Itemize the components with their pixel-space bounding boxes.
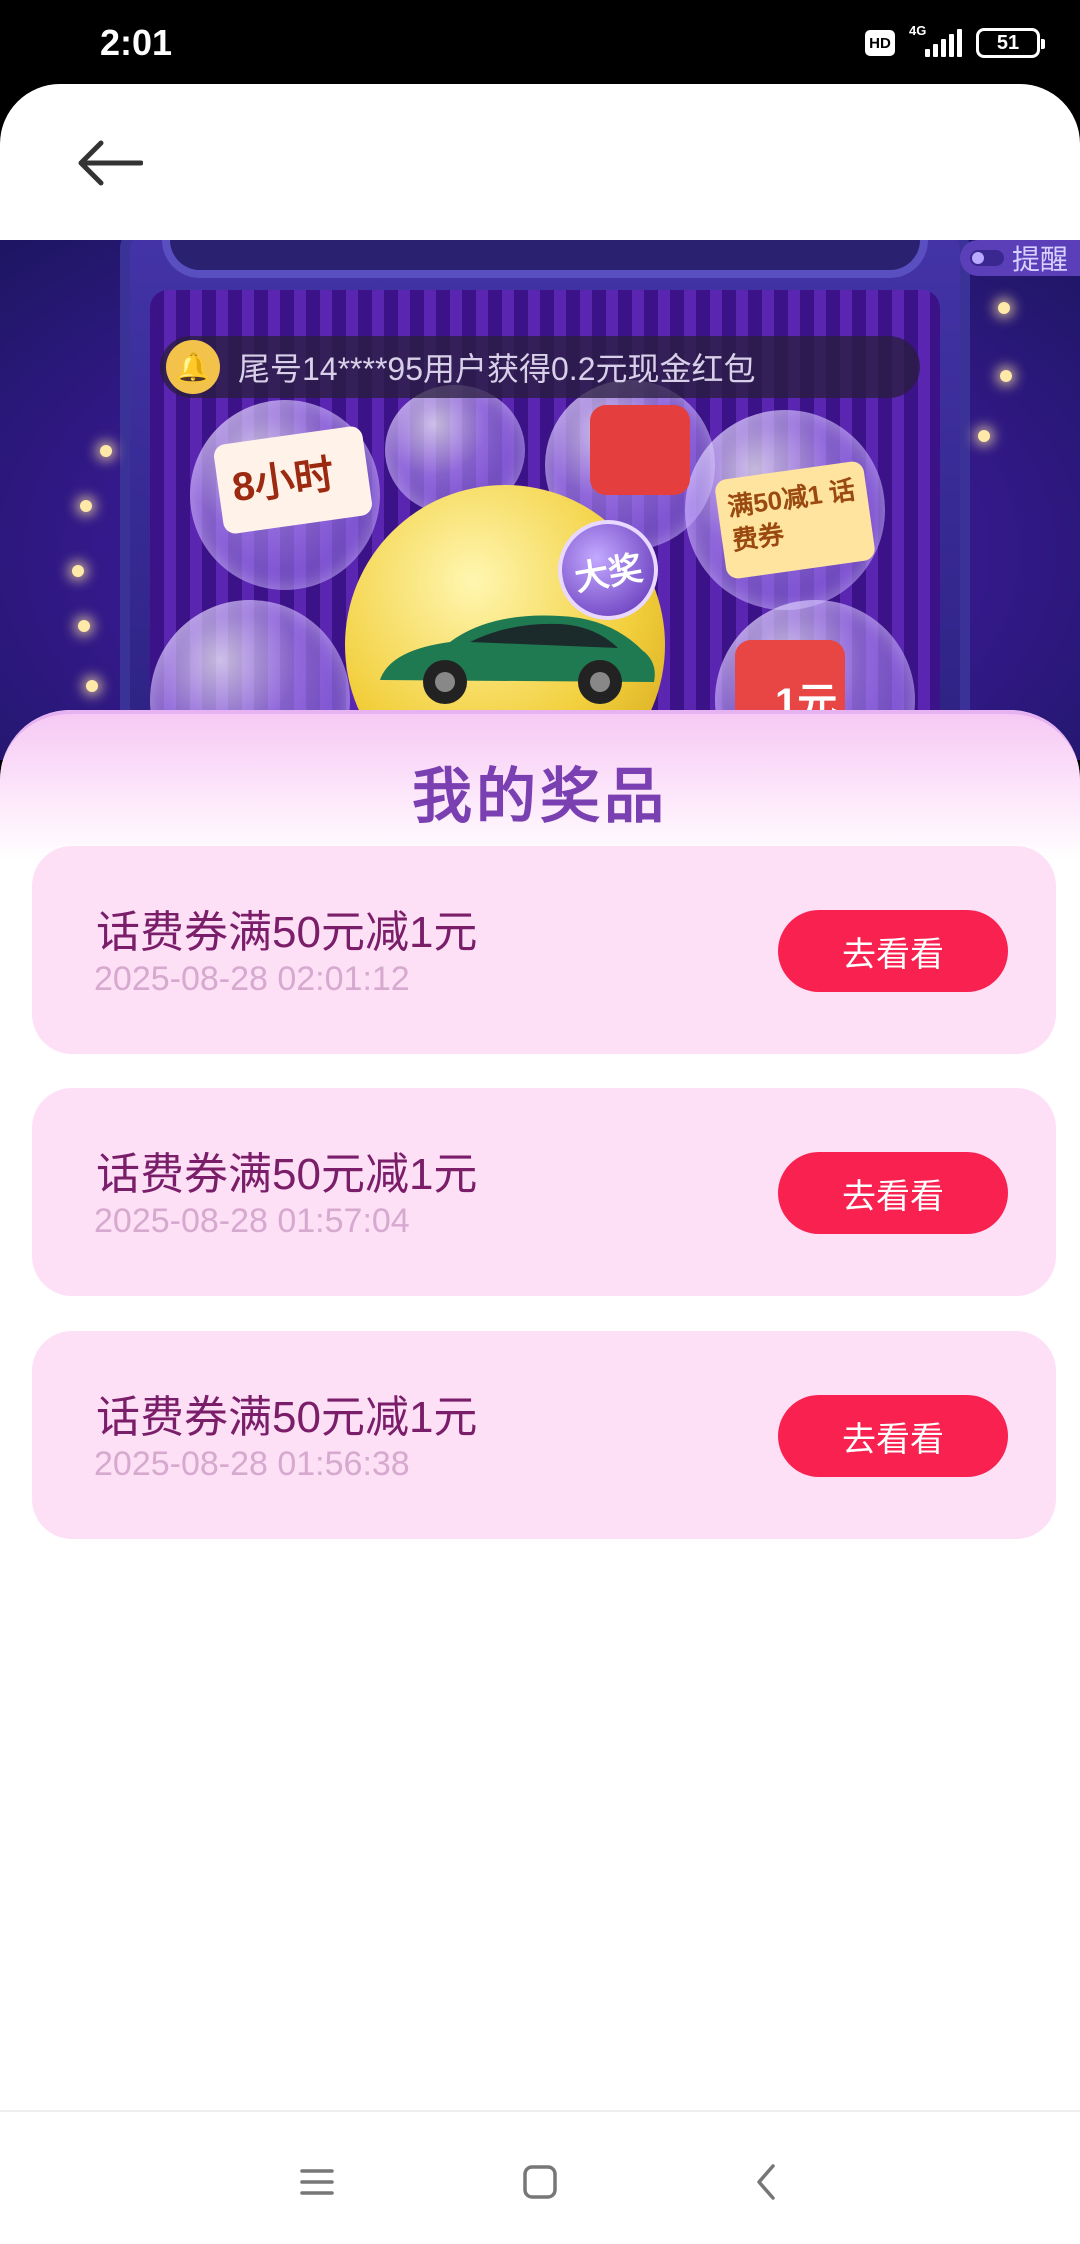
winner-notice-text: 尾号14****95用户获得0.2元现金红包 bbox=[238, 351, 756, 387]
toggle-icon bbox=[969, 250, 1004, 266]
sheet-title: 我的奖品 bbox=[412, 763, 668, 830]
my-prizes-sheet: 我的奖品 话费券满50元减1元 2025-08-28 02:01:12 去看看 … bbox=[0, 710, 1080, 2110]
system-back-button[interactable] bbox=[736, 2152, 796, 2212]
home-square-icon bbox=[523, 2165, 557, 2199]
lottery-banner: 8小时 满50减1 话费券 大奖 1元 🔔 尾号14****95用户获得0.2元… bbox=[0, 240, 1080, 760]
prize-name: 话费券满50元减1元 bbox=[96, 1393, 478, 1442]
status-icons: HD 4G 51 bbox=[865, 23, 1045, 58]
remind-label: 提醒 bbox=[1011, 244, 1068, 275]
back-chevron-icon bbox=[757, 2164, 775, 2200]
prize-box-icon bbox=[590, 405, 690, 495]
app-header bbox=[0, 84, 1080, 240]
view-prize-button[interactable]: 去看看 bbox=[778, 1395, 1008, 1477]
decor-light bbox=[80, 500, 92, 512]
system-nav-bar bbox=[0, 2110, 1080, 2244]
prize-time: 2025-08-28 01:56:38 bbox=[94, 1445, 410, 1483]
decor-light bbox=[78, 620, 90, 632]
prize-time: 2025-08-28 01:57:04 bbox=[94, 1202, 410, 1240]
battery-icon: 51 bbox=[976, 28, 1045, 58]
view-prize-button[interactable]: 去看看 bbox=[778, 1152, 1008, 1234]
prize-name: 话费券满50元减1元 bbox=[96, 1150, 478, 1199]
prize-coupon-50: 满50减1 话费券 bbox=[713, 460, 877, 580]
winner-notice: 🔔 尾号14****95用户获得0.2元现金红包 bbox=[160, 336, 920, 398]
bell-icon: 🔔 bbox=[166, 340, 220, 394]
prize-item: 话费券满50元减1元 2025-08-28 01:57:04 去看看 bbox=[32, 1088, 1056, 1296]
network-type: 4G bbox=[909, 23, 927, 38]
arrow-left-icon bbox=[78, 140, 143, 186]
status-time: 2:01 bbox=[100, 22, 173, 63]
view-prize-button[interactable]: 去看看 bbox=[778, 910, 1008, 992]
battery-level: 51 bbox=[996, 31, 1020, 54]
prize-item: 话费券满50元减1元 2025-08-28 01:56:38 去看看 bbox=[32, 1331, 1056, 1539]
hd-icon: HD bbox=[865, 30, 895, 56]
decor-light bbox=[978, 430, 990, 442]
decor-light bbox=[100, 445, 112, 457]
signal-icon: 4G bbox=[909, 23, 962, 57]
prize-item: 话费券满50元减1元 2025-08-28 02:01:12 去看看 bbox=[32, 846, 1056, 1054]
back-button[interactable] bbox=[70, 128, 150, 198]
prize-name: 话费券满50元减1元 bbox=[96, 908, 478, 957]
decor-light bbox=[998, 302, 1010, 314]
remind-toggle[interactable]: 提醒 bbox=[959, 240, 1080, 276]
decor-light bbox=[72, 565, 84, 577]
recent-apps-button[interactable] bbox=[287, 2152, 347, 2212]
decor-light bbox=[1000, 370, 1012, 382]
menu-icon bbox=[300, 2169, 334, 2195]
status-bar: 2:01 HD 4G 51 bbox=[0, 0, 1080, 90]
decor-light bbox=[86, 680, 98, 692]
prize-time: 2025-08-28 02:01:12 bbox=[94, 960, 410, 998]
home-button[interactable] bbox=[510, 2152, 570, 2212]
